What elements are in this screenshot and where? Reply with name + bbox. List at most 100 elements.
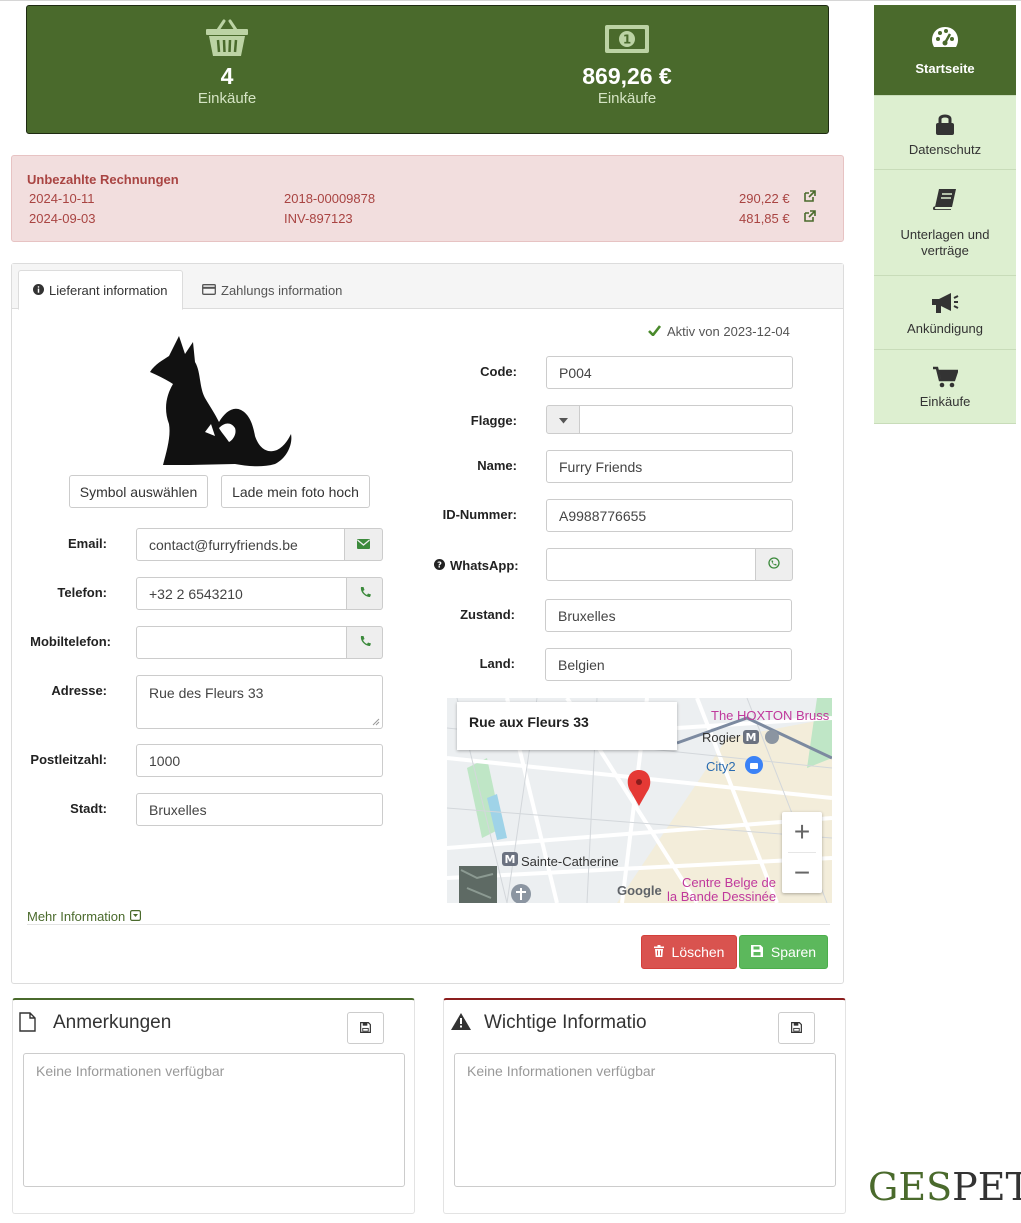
floppy-icon: [360, 1021, 371, 1036]
supplier-avatar: [149, 332, 294, 467]
zoom-out-button[interactable]: −: [782, 853, 822, 893]
notes-title: Anmerkungen: [53, 1012, 172, 1033]
email-send-button[interactable]: [344, 528, 383, 561]
gespet-logo: GESPET: [868, 1164, 1021, 1210]
flag-label: Flagge:: [470, 413, 517, 428]
external-link-icon[interactable]: [803, 190, 816, 206]
invoice-row: 2024-10-11 2018-00009878 290,22 €: [29, 190, 819, 209]
status-text: Aktiv von 2023-12-04: [667, 324, 790, 339]
info-circle-icon: [33, 283, 44, 298]
whatsapp-field[interactable]: [546, 548, 756, 581]
whatsapp-label-group: ? WhatsApp:: [434, 558, 519, 573]
zoom-in-button[interactable]: +: [782, 812, 822, 852]
important-info-panel: Wichtige Informatio Keine Informationen …: [443, 998, 846, 1214]
map-label-hoxton: The HOXTON Bruss: [711, 708, 830, 723]
sidebar-item-label: Einkäufe: [919, 394, 971, 409]
map-info-card: Rue aux Fleurs 33: [457, 702, 677, 750]
sidebar-item-datenschutz[interactable]: Datenschutz: [874, 96, 1016, 170]
map-label-bande-dessinee: la Bande Dessinée: [667, 889, 777, 903]
whatsapp-icon: [768, 557, 780, 572]
mobile-label: Mobiltelefon:: [30, 634, 111, 649]
phone-call-button[interactable]: [346, 577, 383, 610]
trash-icon: [653, 944, 664, 960]
location-map[interactable]: M M Rue aux Fleurs 33 The HOXTON Bruss R…: [447, 698, 832, 903]
svg-text:?: ?: [437, 560, 442, 570]
phone-icon: [359, 586, 371, 601]
name-label: Name:: [477, 458, 517, 473]
state-field[interactable]: Bruxelles: [545, 599, 792, 632]
mobile-field[interactable]: [136, 626, 347, 659]
save-label: Sparen: [770, 944, 817, 960]
name-field[interactable]: Furry Friends: [546, 450, 793, 483]
stat-amount: 1 869,26 € Einkäufe: [527, 16, 727, 107]
phone-label: Telefon:: [57, 585, 107, 600]
invoice-number: 2018-00009878: [284, 191, 376, 206]
envelope-icon: [357, 537, 370, 552]
tab-bar: Lieferant information Zahlungs informati…: [12, 264, 843, 310]
money-icon: 1: [527, 16, 727, 60]
mobile-call-button[interactable]: [346, 626, 383, 659]
resize-handle-icon[interactable]: [372, 718, 380, 726]
city-field[interactable]: Bruxelles: [136, 793, 383, 826]
address-textarea[interactable]: Rue des Fleurs 33: [136, 675, 383, 729]
cart-icon: [932, 366, 958, 388]
email-field[interactable]: contact@furryfriends.be: [136, 528, 345, 561]
invoice-number: INV-897123: [284, 211, 353, 226]
external-link-icon[interactable]: [803, 210, 816, 226]
sidebar-item-startseite[interactable]: Startseite: [874, 5, 1016, 96]
address-value: Rue des Fleurs 33: [149, 685, 264, 701]
question-circle-icon[interactable]: ?: [434, 558, 445, 573]
postal-field[interactable]: 1000: [136, 744, 383, 777]
more-info-toggle[interactable]: Mehr Information: [27, 909, 142, 924]
map-zoom-control: + −: [782, 812, 822, 893]
id-number-field[interactable]: A9988776655: [546, 499, 793, 532]
postal-label: Postleitzahl:: [30, 752, 107, 767]
map-label-sainte-catherine: Sainte-Catherine: [521, 854, 619, 869]
whatsapp-button[interactable]: [755, 548, 793, 581]
sidebar-item-unterlagen[interactable]: Unterlagen und verträge: [874, 170, 1016, 276]
flag-dropdown-button[interactable]: [546, 405, 580, 434]
phone-field[interactable]: +32 2 6543210: [136, 577, 347, 610]
invoice-amount: 290,22 €: [739, 191, 790, 206]
sidebar-item-ankuendigung[interactable]: Ankündigung: [874, 276, 1016, 350]
invoice-date: 2024-10-11: [29, 191, 95, 206]
important-info-save-button[interactable]: [778, 1012, 815, 1044]
city-label: Stadt:: [70, 801, 107, 816]
check-icon: [648, 324, 662, 339]
flag-field[interactable]: [579, 405, 793, 434]
tab-supplier-info[interactable]: Lieferant information: [18, 270, 183, 310]
upload-photo-button[interactable]: Lade mein foto hoch: [221, 475, 370, 508]
divider: [27, 924, 830, 925]
amount-value: 869,26 €: [582, 63, 672, 89]
svg-text:1: 1: [623, 33, 631, 47]
delete-button[interactable]: Löschen: [641, 935, 737, 969]
save-button[interactable]: Sparen: [739, 935, 828, 969]
state-label: Zustand:: [460, 607, 515, 622]
lock-icon: [935, 113, 955, 135]
invoice-amount: 481,85 €: [739, 211, 790, 226]
logo-part-pet: PET: [952, 1165, 1021, 1209]
important-info-title: Wichtige Informatio: [484, 1012, 647, 1033]
tab-label: Zahlungs information: [221, 282, 343, 298]
stat-purchases: 4 Einkäufe: [127, 16, 327, 107]
caret-square-down-icon: [130, 909, 142, 924]
code-field[interactable]: P004: [546, 356, 793, 389]
logo-part-ges: GES: [868, 1165, 953, 1209]
stats-panel: 4 Einkäufe 1 869,26 € Einkäufe: [26, 5, 829, 134]
unpaid-invoices-alert: Unbezahlte Rechnungen 2024-10-11 2018-00…: [11, 155, 844, 242]
floppy-icon: [750, 944, 763, 960]
tab-payment-info[interactable]: Zahlungs information: [188, 270, 356, 310]
sidebar-item-label: Ankündigung: [907, 321, 983, 336]
important-info-textarea[interactable]: Keine Informationen verfügbar: [454, 1053, 836, 1187]
active-status: Aktiv von 2023-12-04: [648, 324, 790, 339]
email-label: Email:: [67, 536, 107, 551]
country-field[interactable]: Belgien: [545, 648, 792, 681]
notes-textarea[interactable]: Keine Informationen verfügbar: [23, 1053, 405, 1187]
notes-placeholder: Keine Informationen verfügbar: [36, 1063, 225, 1079]
sidebar-item-label: Unterlagen und verträge: [900, 227, 990, 258]
sidebar-item-einkaeufe[interactable]: Einkäufe: [874, 350, 1016, 424]
purchases-label: Einkäufe: [197, 90, 257, 107]
unpaid-title: Unbezahlte Rechnungen: [27, 172, 179, 187]
notes-save-button[interactable]: [347, 1012, 384, 1044]
choose-symbol-button[interactable]: Symbol auswählen: [69, 475, 208, 508]
